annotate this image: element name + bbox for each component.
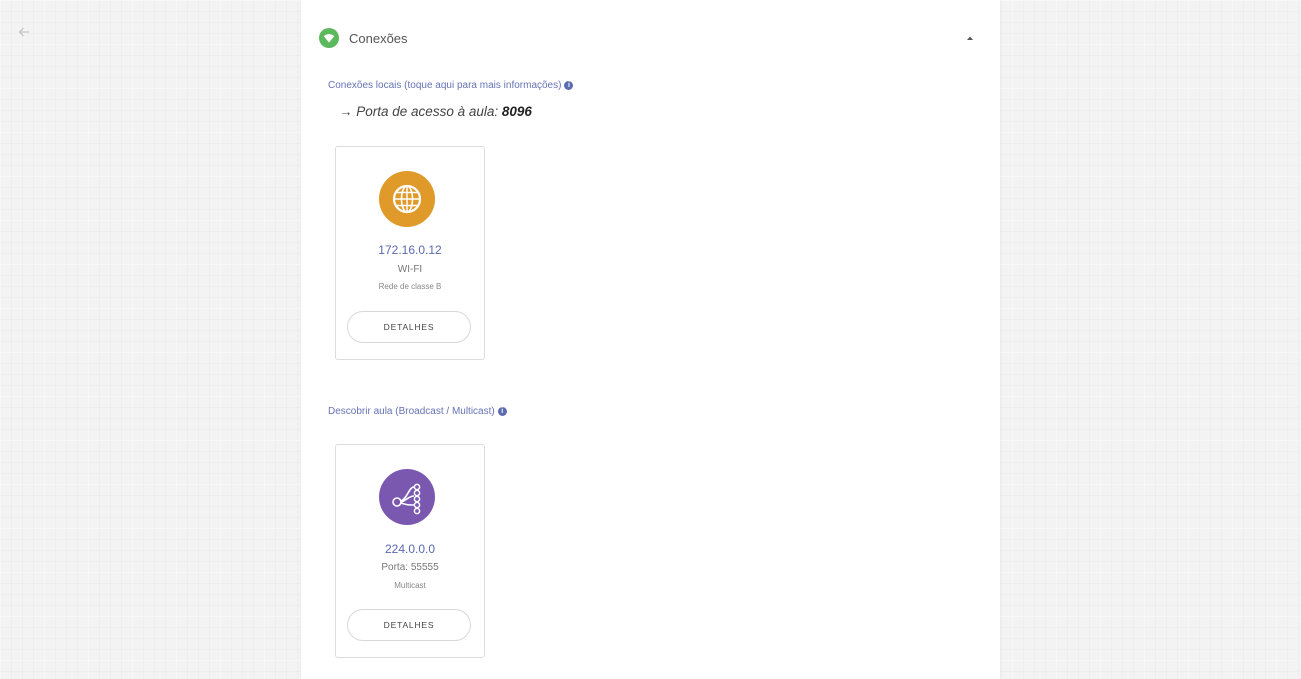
discover-class-link[interactable]: Descobrir aula (Broadcast / Multicast) i: [328, 406, 507, 417]
multicast-mode: Multicast: [394, 581, 426, 590]
local-connections-link[interactable]: Conexões locais (toque aqui para mais in…: [328, 80, 574, 91]
local-connections-label: Conexões locais (toque aqui para mais in…: [328, 80, 562, 91]
multicast-icon: [379, 469, 435, 525]
wifi-network-class: Rede de classe B: [378, 282, 442, 291]
wifi-ip-address: 172.16.0.12: [378, 243, 442, 257]
port-label: Porta de acesso à aula:: [356, 104, 499, 119]
arrow-right-icon: →: [339, 104, 353, 119]
wifi-connection-type: WI-FI: [397, 264, 423, 275]
info-icon: i: [497, 407, 507, 416]
connections-panel: Conexões Conexões locais (toque aqui par…: [301, 0, 1000, 679]
wifi-icon: [319, 28, 339, 48]
multicast-card: 224.0.0.0 Porta: 55555 Multicast DETALHE…: [335, 444, 485, 658]
discover-class-label: Descobrir aula (Broadcast / Multicast): [328, 406, 495, 417]
port-value: 8096: [501, 104, 532, 119]
panel-header[interactable]: Conexões: [319, 26, 984, 50]
caret-up-icon: [967, 36, 973, 40]
multicast-port: Porta: 55555: [381, 562, 439, 573]
wifi-details-button[interactable]: DETALHES: [347, 311, 471, 343]
collapse-button[interactable]: [962, 30, 978, 46]
multicast-details-button[interactable]: DETALHES: [347, 609, 471, 641]
port-line: → Porta de acesso à aula: 8096: [339, 104, 532, 119]
back-button[interactable]: [12, 20, 36, 44]
wifi-connection-card: 172.16.0.12 WI-FI Rede de classe B DETAL…: [335, 146, 485, 360]
panel-title: Conexões: [349, 30, 408, 46]
arrow-left-icon: [18, 27, 29, 37]
multicast-ip-address: 224.0.0.0: [384, 542, 436, 556]
globe-icon: [379, 171, 435, 227]
info-icon: i: [564, 81, 574, 90]
